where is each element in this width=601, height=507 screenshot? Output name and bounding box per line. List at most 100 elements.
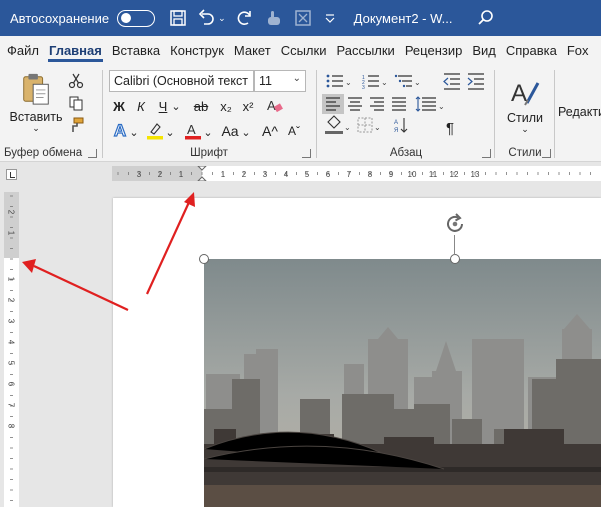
bold-button[interactable]: Ж	[110, 96, 128, 116]
undo-icon[interactable]	[197, 0, 217, 36]
horizontal-ruler[interactable]: 3 2 1 1 2 3 4 5 6 7 8 9 10 11 12 13	[112, 166, 601, 181]
tab-file[interactable]: Файл	[2, 43, 44, 64]
group-separator	[494, 70, 495, 158]
ruler-label: 12	[450, 170, 459, 179]
grow-font-button[interactable]: A^	[260, 120, 280, 142]
show-formatting-button[interactable]: ¶	[440, 118, 460, 138]
tab-review[interactable]: Рецензир	[400, 43, 468, 64]
tab-help[interactable]: Справка	[501, 43, 562, 64]
ruler-label: 6	[326, 170, 331, 179]
tab-references[interactable]: Ссылки	[276, 43, 332, 64]
rotate-handle-icon[interactable]	[443, 212, 467, 236]
chevron-down-icon: ⌄	[32, 123, 40, 133]
font-name-select[interactable]: Calibri (Основной текст	[109, 70, 254, 92]
ruler-label: 3	[7, 319, 16, 324]
paragraph-group-label: Абзац	[389, 147, 423, 159]
svg-text:A: A	[511, 80, 527, 107]
underline-button[interactable]: Ч	[154, 96, 172, 116]
autosave-toggle[interactable]	[117, 9, 156, 27]
italic-button[interactable]: К	[132, 96, 150, 116]
svg-text:⌄: ⌄	[381, 78, 388, 87]
cut-button[interactable]	[66, 72, 86, 90]
text-effects-icon: A	[113, 120, 127, 140]
ruler-label: 2	[7, 210, 16, 215]
shrink-font-button[interactable]: Aˇ	[284, 120, 304, 142]
ruler-label: 1	[179, 170, 184, 179]
resize-handle-top-center[interactable]	[450, 254, 460, 264]
font-color-dropdown-icon[interactable]: ⌄	[203, 124, 212, 140]
ruler-label: 7	[7, 403, 16, 408]
tab-layout[interactable]: Макет	[229, 43, 276, 64]
touch-mode-icon[interactable]	[266, 0, 282, 36]
shading-icon[interactable]	[325, 115, 343, 134]
styles-launcher-icon[interactable]	[542, 149, 551, 158]
tab-view[interactable]: Вид	[467, 43, 501, 64]
highlight-dropdown-icon[interactable]: ⌄	[165, 124, 174, 140]
decrease-indent-icon[interactable]	[443, 73, 460, 90]
copy-button[interactable]	[66, 94, 86, 112]
ruler-label: 2	[7, 298, 16, 303]
text-effects-button[interactable]: A	[110, 120, 130, 142]
align-right-icon[interactable]	[370, 97, 384, 111]
paste-button[interactable]: Вставить ⌄	[10, 72, 63, 133]
subscript-button[interactable]: x₂	[216, 96, 236, 116]
font-size-select[interactable]: 11 ⌄	[254, 70, 306, 92]
borders-icon[interactable]	[357, 117, 373, 133]
clipboard-launcher-icon[interactable]	[88, 149, 97, 158]
ruler-label: 1	[221, 170, 226, 179]
ruler-label: 10	[408, 170, 417, 179]
svg-text:⌄: ⌄	[414, 78, 421, 87]
ruler-label: 5	[7, 361, 16, 366]
paragraph-launcher-icon[interactable]	[482, 149, 491, 158]
font-color-button[interactable]: A	[182, 120, 204, 142]
group-separator	[316, 70, 317, 158]
underline-dropdown-icon[interactable]: ⌄	[171, 98, 180, 114]
highlighter-icon	[147, 123, 163, 140]
change-case-dropdown-icon[interactable]: ⌄	[241, 124, 250, 140]
customize-qat-icon[interactable]	[324, 0, 336, 36]
tab-foxit[interactable]: Fox	[562, 43, 594, 64]
change-case-button[interactable]: Aa	[218, 120, 242, 142]
ribbon: Вставить ⌄ Буфер обмена Calibri (Основно…	[0, 64, 601, 162]
svg-text:⌄: ⌄	[438, 102, 445, 111]
align-center-icon[interactable]	[348, 97, 362, 111]
sort-icon[interactable]: AЯ	[394, 118, 408, 134]
clear-formatting-button[interactable]: A	[264, 96, 286, 116]
tool-icon[interactable]	[294, 0, 312, 36]
editing-button[interactable]: Редакти	[558, 102, 601, 122]
save-icon[interactable]	[169, 0, 187, 36]
chevron-down-icon: ⌄	[292, 73, 301, 84]
styles-button[interactable]: A Стили ⌄	[502, 72, 548, 138]
text-effects-dropdown-icon[interactable]: ⌄	[129, 124, 138, 140]
line-spacing-icon[interactable]	[415, 96, 436, 112]
undo-dropdown-icon[interactable]: ⌄	[218, 0, 226, 36]
font-name-value: Calibri (Основной текст	[114, 74, 248, 88]
resize-handle-top-left[interactable]	[199, 254, 209, 264]
title-bar: Автосохранение ⌄ Документ2 - W...	[0, 0, 601, 36]
tab-design[interactable]: Конструк	[165, 43, 229, 64]
tab-selector-icon[interactable]	[6, 169, 17, 180]
increase-indent-icon[interactable]	[467, 73, 484, 90]
redo-icon[interactable]	[236, 0, 254, 36]
bullets-icon[interactable]	[326, 74, 343, 88]
format-painter-button[interactable]	[66, 116, 86, 134]
numbering-icon[interactable]: 123	[362, 75, 379, 91]
superscript-button[interactable]: x²	[238, 96, 258, 116]
paragraph-group: ⌄ 123 ⌄ ⌄ ⌄ ⌄ ⌄ A Я ¶ Абзац	[318, 64, 494, 162]
multilevel-list-icon[interactable]	[394, 74, 412, 88]
tab-insert[interactable]: Вставка	[107, 43, 165, 64]
vertical-ruler[interactable]: 2 1 1 2 3 4 5 6 7 8	[4, 192, 19, 507]
highlight-button[interactable]	[144, 120, 166, 142]
ribbon-tabs: Файл Главная Вставка Конструк Макет Ссыл…	[0, 36, 601, 64]
strikethrough-button[interactable]: ab	[190, 96, 212, 116]
tab-mailings[interactable]: Рассылки	[331, 43, 399, 64]
tab-home[interactable]: Главная	[44, 43, 107, 64]
font-color-icon: A	[185, 122, 201, 140]
justify-icon[interactable]	[392, 97, 406, 111]
font-launcher-icon[interactable]	[302, 149, 311, 158]
clear-formatting-icon: A	[267, 98, 283, 113]
scissors-icon	[68, 73, 84, 89]
inserted-picture[interactable]	[204, 259, 601, 507]
ruler-label: 8	[7, 424, 16, 429]
search-icon[interactable]	[477, 0, 495, 36]
